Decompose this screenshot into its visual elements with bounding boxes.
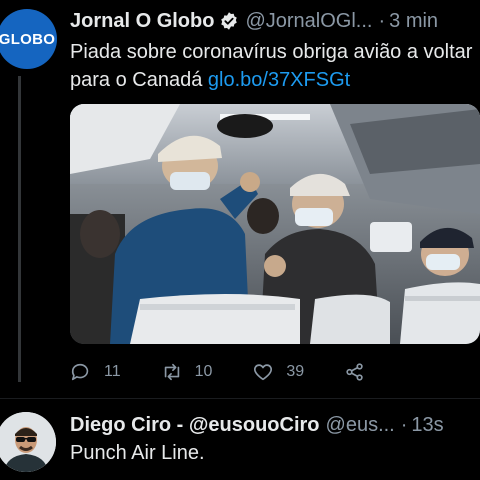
- like-button[interactable]: 39: [252, 361, 304, 383]
- tweet-text: Piada sobre coronavírus obriga avião a v…: [70, 38, 475, 94]
- author-handle[interactable]: @JornalOGl...: [245, 10, 372, 33]
- reply-separator-dot: ·: [400, 413, 408, 436]
- tweet-media-photo[interactable]: [70, 104, 480, 344]
- reply-author-handle[interactable]: @eus...: [326, 414, 395, 437]
- tweet[interactable]: GLOBO Jornal O Globo @JornalOGl... · 3 m…: [0, 0, 480, 400]
- reply-text: Punch Air Line.: [70, 442, 205, 464]
- retweet-icon: [164, 363, 179, 381]
- tweet-header: Jornal O Globo @JornalOGl... · 3 min: [70, 8, 480, 34]
- share-icon: [346, 363, 363, 381]
- separator-dot: ·: [378, 9, 386, 32]
- reply-author-name[interactable]: Diego Ciro - @eusouoCiro: [70, 414, 320, 437]
- author-name[interactable]: Jornal O Globo: [70, 10, 214, 33]
- tweet-link[interactable]: glo.bo/37XFSGt: [208, 69, 350, 91]
- avatar-diego[interactable]: [0, 412, 56, 472]
- reply-header: Diego Ciro - @eusouoCiro @eus... · 13s: [70, 412, 480, 438]
- share-button[interactable]: [344, 361, 378, 383]
- retweet-button[interactable]: 10: [161, 361, 213, 383]
- verified-badge-icon: [221, 12, 238, 30]
- timestamp[interactable]: 3 min: [389, 10, 438, 33]
- reply-tweet[interactable]: Diego Ciro - @eusouoCiro @eus... · 13s P…: [0, 400, 480, 480]
- divider: [0, 398, 480, 399]
- like-count: 39: [286, 363, 305, 380]
- retweet-count: 10: [194, 363, 213, 380]
- reply-icon: [71, 363, 89, 381]
- tweet-actions: 11 10 39: [70, 358, 450, 386]
- like-icon: [254, 364, 273, 381]
- avatar-logo-text: GLOBO: [0, 30, 56, 48]
- reply-count: 11: [104, 363, 121, 380]
- reply-timestamp[interactable]: 13s: [411, 414, 443, 437]
- user-avatar-illustration: [0, 412, 56, 472]
- thread-line: [18, 76, 21, 382]
- reply-button[interactable]: 11: [70, 361, 121, 383]
- avatar-globo[interactable]: GLOBO: [0, 9, 57, 69]
- airplane-cabin-photo: [70, 104, 480, 344]
